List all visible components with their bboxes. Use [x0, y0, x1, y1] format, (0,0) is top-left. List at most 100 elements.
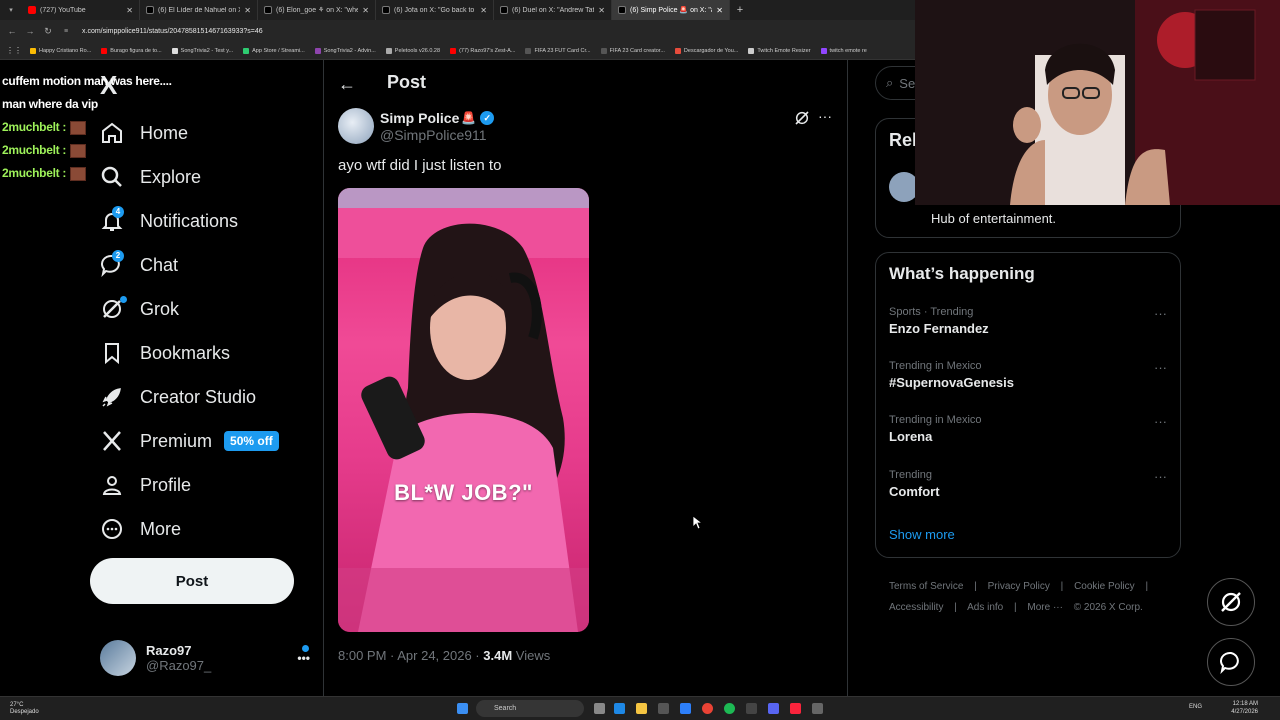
- obs-icon[interactable]: [812, 703, 823, 714]
- more-icon[interactable]: ···: [1154, 360, 1167, 375]
- more-icon[interactable]: ···: [1154, 469, 1167, 484]
- tab-title: (6) Jofa on X: "Go back to you: [394, 6, 476, 14]
- more-icon[interactable]: ···: [1154, 414, 1167, 429]
- browser-tab[interactable]: (6) El Líder de Nahuel on X: "Cu ✕: [140, 0, 258, 20]
- sidebar-item-profile[interactable]: Profile: [100, 463, 310, 507]
- terms-link[interactable]: Terms of Service: [889, 581, 963, 592]
- language-indicator: ENG: [1188, 704, 1202, 710]
- avatar: [100, 640, 136, 676]
- bookmark-item[interactable]: Happy Cristiano Ro...: [30, 47, 91, 54]
- chat-message: 2muchbelt :: [2, 116, 192, 139]
- close-icon[interactable]: ✕: [598, 6, 605, 15]
- grok-floating-button[interactable]: [1207, 578, 1255, 626]
- windows-start-icon[interactable]: [457, 703, 468, 714]
- task-view-icon[interactable]: [594, 703, 605, 714]
- sidebar-item-bookmarks[interactable]: Bookmarks: [100, 331, 310, 375]
- bookmark-item[interactable]: SongTrivia2 - Advin...: [314, 47, 376, 54]
- views-count: 3.4M: [483, 648, 513, 663]
- discord-icon[interactable]: [768, 703, 779, 714]
- author-avatar[interactable]: [338, 108, 374, 144]
- store-icon[interactable]: [658, 703, 669, 714]
- new-tab-button[interactable]: +: [730, 4, 750, 16]
- browser-tab-active[interactable]: (6) Simp Police 🚨 on X: "ay ✕: [612, 0, 730, 20]
- close-icon[interactable]: ✕: [244, 6, 251, 15]
- chat-username: 2muchbelt :: [2, 143, 67, 157]
- footer-divider: |: [1145, 581, 1149, 592]
- sidebar-item-notifications[interactable]: Notifications: [100, 199, 310, 243]
- post-timestamp[interactable]: 8:00 PM · Apr 24, 2026 ·: [338, 648, 483, 663]
- back-icon[interactable]: ←: [6, 26, 18, 36]
- app-icon[interactable]: [746, 703, 757, 714]
- browser-tab[interactable]: (6) Elon_goe ⚘ on X: "when to ✕: [258, 0, 376, 20]
- bookmark-item[interactable]: Descargador de You...: [674, 47, 738, 54]
- browser-tab[interactable]: (6) Jofa on X: "Go back to you ✕: [376, 0, 494, 20]
- browser-tab[interactable]: (727) YouTube ✕: [22, 0, 140, 20]
- bookmark-item[interactable]: Twitch Emote Resizer: [748, 47, 811, 54]
- accessibility-link[interactable]: Accessibility: [889, 602, 943, 613]
- url-field[interactable]: x.com/simppolice911/status/2047858151467…: [82, 28, 263, 35]
- trend-item[interactable]: Trending in Mexico #SupernovaGenesis ···: [889, 360, 1169, 390]
- sidebar-item-chat[interactable]: Chat: [100, 243, 310, 287]
- more-icon[interactable]: ···: [1154, 306, 1167, 321]
- system-tray[interactable]: ENG: [1189, 704, 1202, 710]
- mail-icon[interactable]: [680, 703, 691, 714]
- forward-icon[interactable]: →: [24, 26, 36, 36]
- more-options-icon[interactable]: ···: [818, 108, 832, 124]
- post-button[interactable]: Post: [90, 558, 294, 604]
- close-icon[interactable]: ✕: [362, 6, 369, 15]
- reload-icon[interactable]: ↻: [42, 26, 54, 37]
- bookmark-item[interactable]: App Store / Streami...: [243, 47, 305, 54]
- chat-floating-button[interactable]: [1207, 638, 1255, 686]
- sidebar-item-creator-studio[interactable]: Creator Studio: [100, 375, 310, 419]
- spotify-icon[interactable]: [724, 703, 735, 714]
- close-icon[interactable]: ✕: [126, 6, 133, 15]
- x-favicon: [500, 6, 508, 14]
- site-info-icon[interactable]: ≡: [60, 28, 72, 35]
- tab-list-dropdown[interactable]: ▾: [0, 6, 22, 14]
- more-icon[interactable]: •••: [297, 651, 310, 665]
- close-icon[interactable]: ✕: [716, 6, 723, 15]
- tab-title: (6) El Líder de Nahuel on X: "Cu: [158, 6, 240, 14]
- back-arrow-icon[interactable]: ←: [338, 74, 356, 95]
- account-switcher[interactable]: Razo97 @Razo97_ •••: [100, 638, 310, 678]
- bookmark-item[interactable]: FIFA 23 Card creator...: [600, 47, 665, 54]
- sidebar-item-premium[interactable]: Premium 50% off: [100, 419, 310, 463]
- bookmark-item[interactable]: Burago figura de to...: [101, 47, 162, 54]
- bookmark-label: FIFA 23 FUT Card Cr...: [534, 47, 591, 54]
- file-explorer-icon[interactable]: [636, 703, 647, 714]
- browser-tab[interactable]: (6) Duel on X: "Andrew Tate m ✕: [494, 0, 612, 20]
- x-favicon: [146, 6, 154, 14]
- sidebar-item-grok[interactable]: Grok: [100, 287, 310, 331]
- post-video[interactable]: [338, 188, 589, 632]
- music-icon[interactable]: [790, 703, 801, 714]
- ads-info-link[interactable]: Ads info: [967, 602, 1003, 613]
- taskbar-clock[interactable]: 12:18 AM 4/27/2026: [1231, 700, 1258, 716]
- sidebar-item-more[interactable]: More: [100, 507, 310, 551]
- bookmark-item[interactable]: twitch emote re: [820, 47, 867, 54]
- grok-icon[interactable]: [794, 110, 810, 126]
- bookmark-item[interactable]: FIFA 23 FUT Card Cr...: [525, 47, 591, 54]
- close-icon[interactable]: ✕: [480, 6, 487, 15]
- edge-icon[interactable]: [614, 703, 625, 714]
- bookmark-item[interactable]: (77) Razo97's Zest-A...: [450, 47, 515, 54]
- author-handle[interactable]: @SimpPolice911: [380, 127, 487, 143]
- footer-more-link[interactable]: More ···: [1027, 602, 1063, 613]
- trend-item[interactable]: Trending Comfort ···: [889, 469, 1169, 499]
- show-more-link[interactable]: Show more: [889, 527, 955, 542]
- trend-name: Lorena: [889, 429, 933, 444]
- author-name[interactable]: Simp Police 🚨 ✓: [380, 110, 495, 126]
- chrome-icon[interactable]: [702, 703, 713, 714]
- cookie-link[interactable]: Cookie Policy: [1074, 581, 1135, 592]
- sidebar-item-label: Premium: [140, 430, 213, 451]
- trend-item[interactable]: Trending in Mexico Lorena ···: [889, 414, 1169, 444]
- bookmark-item[interactable]: SongTrivia2 - Test y...: [171, 47, 233, 54]
- weather-widget[interactable]: 27°C Despejado: [10, 702, 39, 716]
- whats-happening-title: What’s happening: [889, 264, 1035, 283]
- bookmark-item[interactable]: Peletools v26.0.28: [385, 47, 440, 54]
- bookmark-label: FIFA 23 Card creator...: [609, 47, 665, 54]
- webcam-overlay: [915, 0, 1280, 205]
- privacy-link[interactable]: Privacy Policy: [988, 581, 1050, 592]
- apps-icon[interactable]: ⋮⋮: [6, 46, 22, 55]
- trend-item[interactable]: Sports · Trending Enzo Fernandez ···: [889, 306, 1169, 336]
- taskbar-search[interactable]: Search: [476, 700, 584, 717]
